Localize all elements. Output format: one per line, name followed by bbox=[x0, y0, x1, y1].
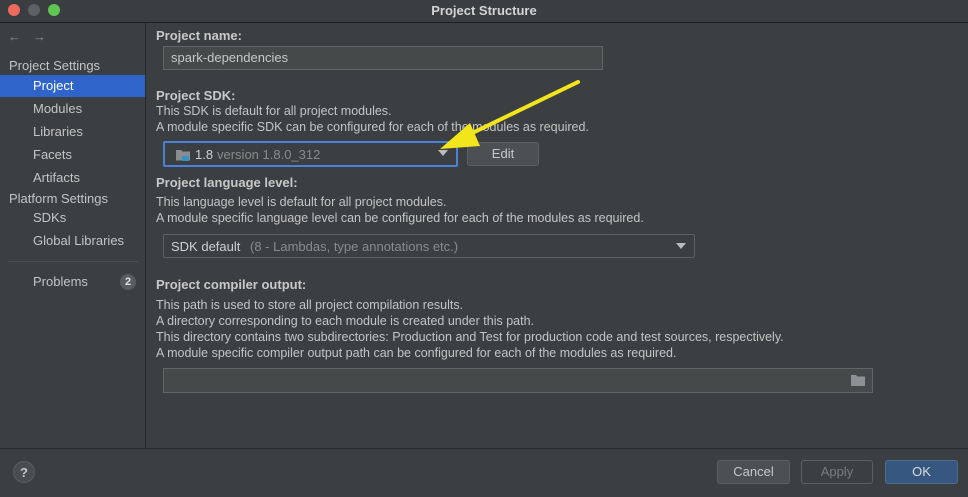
cancel-button[interactable]: Cancel bbox=[717, 460, 790, 484]
apply-button[interactable]: Apply bbox=[801, 460, 873, 484]
help-button[interactable]: ? bbox=[13, 461, 35, 483]
dialog-footer: ? Cancel Apply OK bbox=[0, 448, 968, 497]
annotation-arrow-icon bbox=[440, 80, 580, 149]
ok-button[interactable]: OK bbox=[885, 460, 958, 484]
